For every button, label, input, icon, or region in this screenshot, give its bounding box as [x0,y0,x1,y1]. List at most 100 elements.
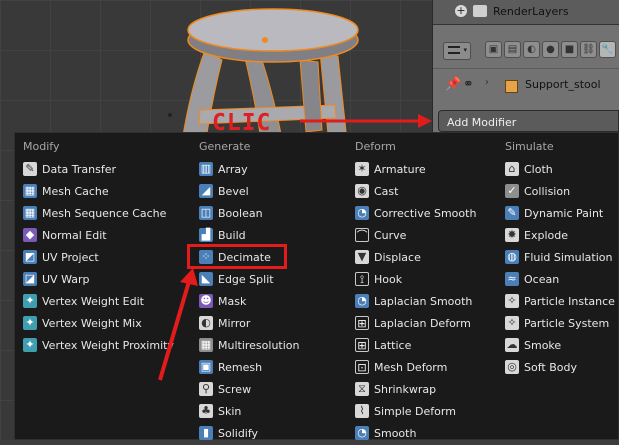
smooth-icon: ◔ [355,294,369,308]
menu-item-displace[interactable]: ▼ Displace [355,247,476,269]
menu-item-collision[interactable]: ✓ Collision [505,181,615,203]
add-modifier-menu: Modify ✎ Data Transfer ▦ Mesh Cache ▦ Mesh Seq… [14,132,619,440]
menu-column-generate: Generate ▥ Array ◢ Bevel ◫ Boolean ▟ Build ⁘ Decim… [199,139,300,445]
screw-icon: ⚲ [199,382,213,396]
menu-item-label: Armature [374,163,426,176]
menu-item-cloth[interactable]: ⌂ Cloth [505,159,615,181]
menu-column-header: Simulate [505,140,554,153]
menu-item-uv-warp[interactable]: ◪ UV Warp [23,269,174,291]
menu-item-label: Fluid Simulation [524,251,613,264]
mesh-deform-icon: ⊡ [355,360,369,374]
menu-item-particle-instance[interactable]: ✧ Particle Instance [505,291,615,313]
menu-item-vertex-weight-proximity[interactable]: ✦ Vertex Weight Proximity [23,335,174,357]
menu-item-simple-deform[interactable]: ⌇ Simple Deform [355,401,476,423]
menu-item-screw[interactable]: ⚲ Screw [199,379,300,401]
menu-item-label: Particle System [524,317,610,330]
outliner-renderlayers-row[interactable]: + RenderLayers [433,0,619,25]
menu-item-boolean[interactable]: ◫ Boolean [199,203,300,225]
menu-item-label: Lattice [374,339,412,352]
menu-item-mesh-deform[interactable]: ⊡ Mesh Deform [355,357,476,379]
menu-item-label: Bevel [218,185,249,198]
menu-item-mesh-sequence-cache[interactable]: ▦ Mesh Sequence Cache [23,203,174,225]
menu-item-laplacian-smooth[interactable]: ◔ Laplacian Smooth [355,291,476,313]
array-icon: ▥ [199,162,213,176]
expand-icon[interactable]: + [455,5,467,17]
menu-item-dynamic-paint[interactable]: ✎ Dynamic Paint [505,203,615,225]
menu-item-smoke[interactable]: ☁ Smoke [505,335,615,357]
lattice-icon: ⊞ [355,316,369,330]
menu-item-label: Boolean [218,207,263,220]
render-tab-icon[interactable]: ▣ [485,41,502,58]
menu-item-cast[interactable]: ◉ Cast [355,181,476,203]
menu-item-armature[interactable]: ✶ Armature [355,159,476,181]
menu-item-particle-system[interactable]: ✧ Particle System [505,313,615,335]
menu-item-array[interactable]: ▥ Array [199,159,300,181]
menu-item-label: Solidify [218,427,259,440]
solidify-icon: ▮ [199,426,213,440]
menu-item-normal-edit[interactable]: ◆ Normal Edit [23,225,174,247]
render-layers-icon [473,5,487,17]
mesh-object-icon [505,80,518,93]
menu-item-ocean[interactable]: ≈ Ocean [505,269,615,291]
shrinkwrap-icon: ⧖ [355,382,369,396]
menu-item-mirror[interactable]: ◐ Mirror [199,313,300,335]
menu-item-skin[interactable]: ♣ Skin [199,401,300,423]
menu-item-explode[interactable]: ✸ Explode [505,225,615,247]
menu-item-label: Multiresolution [218,339,300,352]
menu-item-label: Corrective Smooth [374,207,477,220]
menu-item-label: UV Warp [42,273,90,286]
menu-item-smooth[interactable]: ◔ Smooth [355,423,476,445]
menu-item-label: Vertex Weight Mix [42,317,142,330]
menu-item-shrinkwrap[interactable]: ⧖ Shrinkwrap [355,379,476,401]
menu-item-curve[interactable]: ⌒ Curve [355,225,476,247]
menu-item-vertex-weight-mix[interactable]: ✦ Vertex Weight Mix [23,313,174,335]
menu-item-remesh[interactable]: ▣ Remesh [199,357,300,379]
mesh-sequence-cache-icon: ▦ [23,206,37,220]
menu-item-mesh-cache[interactable]: ▦ Mesh Cache [23,181,174,203]
menu-item-corrective-smooth[interactable]: ◔ Corrective Smooth [355,203,476,225]
menu-item-mask[interactable]: ☻ Mask [199,291,300,313]
uv-warp-icon: ◪ [23,272,37,286]
menu-item-edge-split[interactable]: ◣ Edge Split [199,269,300,291]
menu-item-lattice[interactable]: ⊞ Lattice [355,335,476,357]
menu-item-multiresolution[interactable]: ▦ Multiresolution [199,335,300,357]
scene-tab-icon[interactable]: ◐ [523,41,540,58]
menu-item-label: Mesh Sequence Cache [42,207,167,220]
add-modifier-button[interactable]: Add Modifier [438,110,619,132]
menu-item-bevel[interactable]: ◢ Bevel [199,181,300,203]
smoke-icon: ☁ [505,338,519,352]
menu-item-label: Simple Deform [374,405,456,418]
menu-item-label: Mirror [218,317,251,330]
menu-item-label: Particle Instance [524,295,615,308]
chevron-right-icon: › [485,77,489,88]
modifiers-tab-icon[interactable]: 🔧 [599,41,616,58]
pin-icon[interactable]: 📌 [445,77,461,92]
remesh-icon: ▣ [199,360,213,374]
skin-icon: ♣ [199,404,213,418]
menu-item-solidify[interactable]: ▮ Solidify [199,423,300,445]
menu-item-label: Smoke [524,339,562,352]
constraints-tab-icon[interactable]: ⛓ [580,41,597,58]
menu-item-vertex-weight-edit[interactable]: ✦ Vertex Weight Edit [23,291,174,313]
menu-item-hook[interactable]: ⟟ Hook [355,269,476,291]
editor-type-dropdown[interactable]: ▾ [443,42,471,60]
object-tab-icon[interactable]: ■ [561,41,578,58]
menu-item-laplacian-deform[interactable]: ⊞ Laplacian Deform [355,313,476,335]
menu-item-uv-project[interactable]: ◩ UV Project [23,247,174,269]
cloth-icon: ⌂ [505,162,519,176]
menu-item-soft-body[interactable]: ◎ Soft Body [505,357,615,379]
object-name: Support_stool [525,78,601,91]
render-layers-tab-icon[interactable]: ▤ [504,41,521,58]
world-tab-icon[interactable]: ● [542,41,559,58]
menu-item-label: Screw [218,383,252,396]
menu-item-data-transfer[interactable]: ✎ Data Transfer [23,159,174,181]
menu-item-label: Dynamic Paint [524,207,604,220]
cast-icon: ◉ [355,184,369,198]
simple-deform-icon: ⌇ [355,404,369,418]
menu-item-label: Mesh Cache [42,185,109,198]
mask-icon: ☻ [199,294,213,308]
menu-item-fluid-simulation[interactable]: ◍ Fluid Simulation [505,247,615,269]
vertex-weight-icon: ✦ [23,338,37,352]
menu-item-label: Smooth [374,427,417,440]
render-layers-label: RenderLayers [493,5,569,18]
